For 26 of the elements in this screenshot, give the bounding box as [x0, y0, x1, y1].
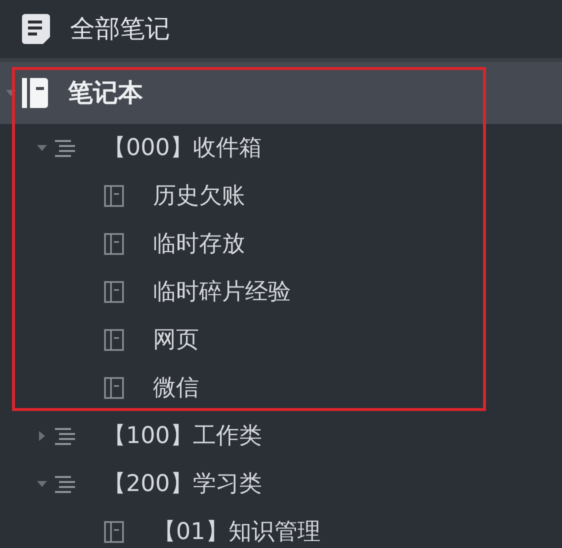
- notebook-icon: [104, 377, 124, 399]
- notebook-icon: [104, 281, 124, 303]
- expand-caret-icon[interactable]: [37, 431, 47, 441]
- notebook-icon: [104, 233, 124, 255]
- notebook-item[interactable]: 微信: [0, 364, 562, 412]
- notebook-item[interactable]: 【01】知识管理: [0, 508, 562, 548]
- note-icon: [22, 14, 50, 44]
- stack-icon: [54, 139, 78, 157]
- collapse-caret-icon[interactable]: [37, 143, 47, 153]
- stack-item[interactable]: 【200】学习类: [0, 460, 562, 508]
- notebooks-item[interactable]: 笔记本: [0, 62, 562, 124]
- notebook-item[interactable]: 临时碎片经验: [0, 268, 562, 316]
- notebook-icon: [22, 78, 48, 108]
- stack-item[interactable]: 【100】工作类: [0, 412, 562, 460]
- stack-icon: [54, 427, 78, 445]
- notebook-icon: [104, 329, 124, 351]
- collapse-caret-icon[interactable]: [37, 479, 47, 489]
- collapse-caret-icon[interactable]: [6, 88, 16, 98]
- notebook-icon: [104, 185, 124, 207]
- notebook-item[interactable]: 历史欠账: [0, 172, 562, 220]
- notebook-item[interactable]: 网页: [0, 316, 562, 364]
- stack-icon: [54, 475, 78, 493]
- stack-item[interactable]: 【000】收件箱: [0, 124, 562, 172]
- notebook-icon: [104, 521, 124, 543]
- all-notes-item[interactable]: 全部笔记: [0, 0, 562, 58]
- notebook-item[interactable]: 临时存放: [0, 220, 562, 268]
